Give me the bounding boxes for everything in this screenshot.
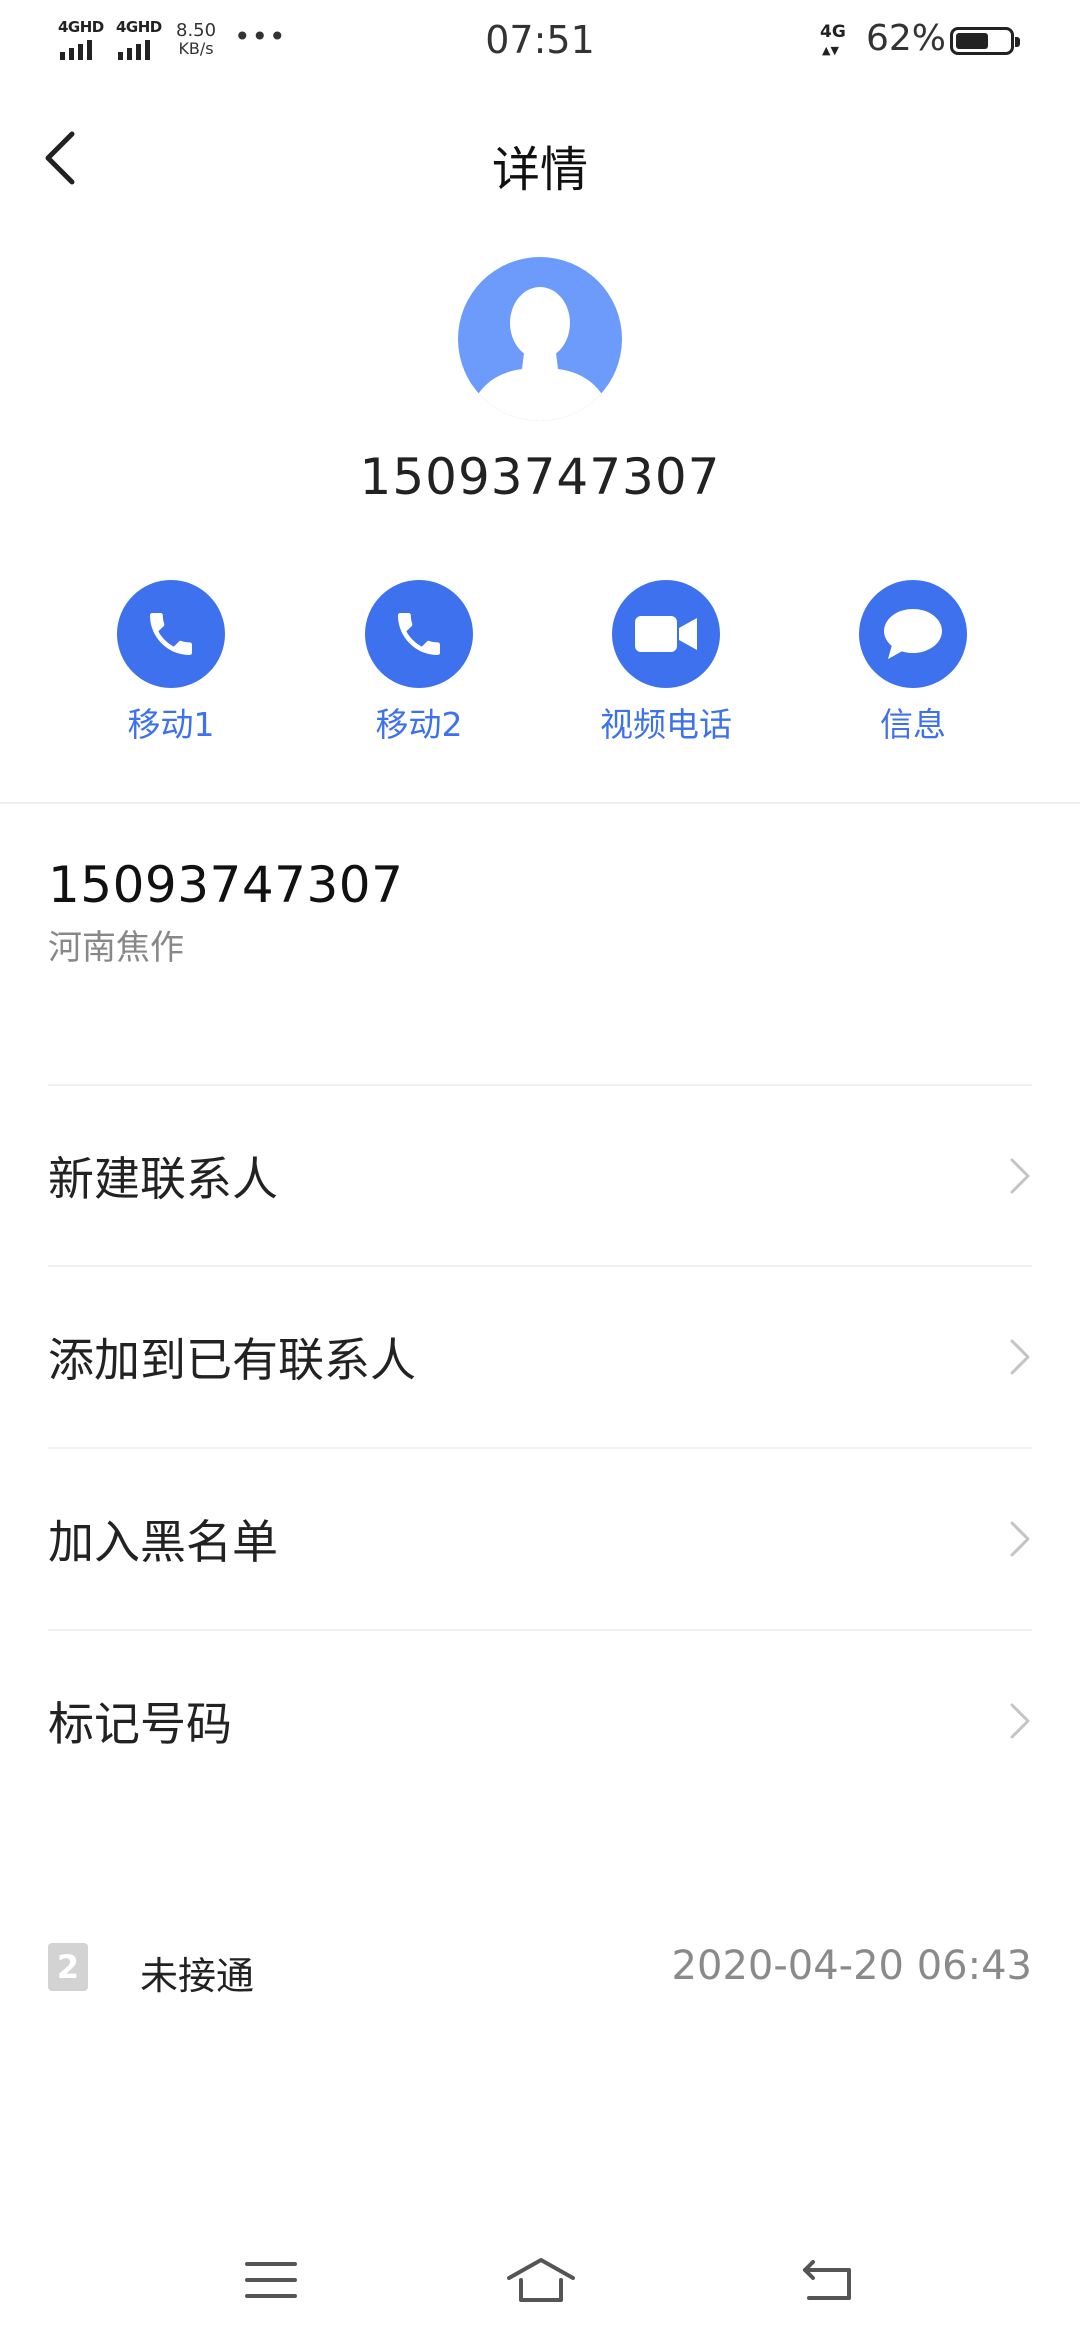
- menu-item-label: 新建联系人: [48, 1152, 278, 1206]
- phone-icon: [150, 613, 192, 655]
- mobile-data-label: 4G: [820, 22, 846, 42]
- video-camera-icon: [635, 616, 697, 652]
- battery-icon: [950, 27, 1020, 55]
- call-sim2-circle: [365, 580, 473, 688]
- message-bubble-icon: [884, 609, 942, 659]
- mobile-data-indicator: 4G ▲▼: [820, 22, 856, 62]
- call-status: 未接通: [140, 1954, 255, 1998]
- data-arrows-icon: ▲▼: [822, 44, 839, 57]
- message-button[interactable]: 信息: [813, 580, 1013, 746]
- number-location: 河南焦作: [48, 928, 184, 968]
- phone-icon: [398, 613, 440, 655]
- sim-card-icon: 2: [48, 1943, 88, 1991]
- video-call-label: 视频电话: [600, 705, 732, 744]
- call-sim1-circle: [117, 580, 225, 688]
- call-sim2-label: 移动2: [375, 705, 463, 744]
- menu-item-label: 标记号码: [48, 1697, 232, 1751]
- page-title: 详情: [491, 142, 588, 198]
- chevron-right-icon: [1010, 1158, 1030, 1194]
- menu-mark-number[interactable]: 标记号码: [48, 1629, 1032, 1811]
- number-entry[interactable]: 15093747307: [48, 856, 403, 914]
- message-circle: [859, 580, 967, 688]
- chevron-right-icon: [1010, 1703, 1030, 1739]
- menu-nav-button[interactable]: [226, 2240, 316, 2320]
- menu-add-to-existing-contact[interactable]: 添加到已有联系人: [48, 1265, 1032, 1447]
- back-nav-button[interactable]: [782, 2240, 872, 2320]
- section-divider: [0, 802, 1080, 804]
- call-timestamp: 2020-04-20 06:43: [671, 1943, 1032, 1989]
- battery-percent: 62%: [866, 18, 947, 59]
- contact-number: 15093747307: [359, 448, 721, 506]
- menu-new-contact[interactable]: 新建联系人: [48, 1084, 1032, 1266]
- call-log-row: 2 未接通 2020-04-20 06:43: [48, 1935, 1032, 1998]
- home-icon: [507, 2258, 575, 2302]
- menu-item-label: 加入黑名单: [48, 1515, 278, 1569]
- hamburger-menu-icon: [245, 2262, 297, 2298]
- message-label: 信息: [880, 705, 946, 744]
- menu-item-label: 添加到已有联系人: [48, 1333, 416, 1387]
- menu-add-to-blacklist[interactable]: 加入黑名单: [48, 1447, 1032, 1629]
- avatar: [458, 257, 622, 421]
- video-call-button[interactable]: 视频电话: [566, 580, 766, 746]
- status-bar: 4GHD 4GHD 8.50 KB/s ••• 07:51 4G ▲▼ 62%: [0, 0, 1080, 84]
- call-sim1-label: 移动1: [127, 705, 215, 744]
- battery-nub: [1015, 37, 1020, 47]
- call-sim1-button[interactable]: 移动1: [71, 580, 271, 746]
- call-sim2-button[interactable]: 移动2: [319, 580, 519, 746]
- return-arrow-icon: [803, 2260, 851, 2300]
- home-nav-button[interactable]: [496, 2240, 586, 2320]
- chevron-right-icon: [1010, 1339, 1030, 1375]
- person-silhouette-icon: [466, 287, 614, 421]
- battery-fill: [956, 33, 988, 49]
- chevron-right-icon: [1010, 1521, 1030, 1557]
- video-call-circle: [612, 580, 720, 688]
